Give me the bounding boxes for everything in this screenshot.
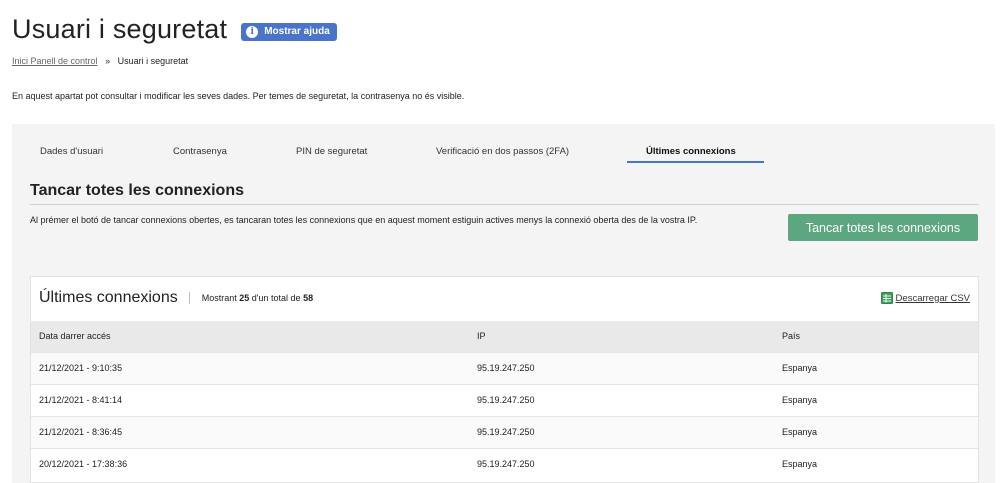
tab-security-pin[interactable]: PIN de seguretat (296, 146, 367, 157)
connections-card-header: Últimes connexions Mostrant 25 d'un tota… (39, 289, 313, 307)
count-shown: 25 (239, 293, 250, 303)
table-row: 20/12/2021 - 17:38:36 95.19.247.250 Espa… (31, 447, 978, 480)
column-header-last-access[interactable]: Data darrer accés (31, 321, 469, 352)
tab-user-data[interactable]: Dades d'usuari (40, 146, 103, 157)
tab-password[interactable]: Contrasenya (173, 146, 227, 157)
section-divider (30, 204, 979, 205)
cell-country: Espanya (774, 447, 978, 480)
breadcrumb: Inici Panell de control » Usuari i segur… (12, 56, 188, 66)
cell-last-access: 21/12/2021 - 8:36:45 (31, 415, 469, 448)
intro-text: En aquest apartat pot consultar i modifi… (12, 91, 465, 101)
count-middle: d'un total de (251, 293, 301, 303)
cell-last-access: 20/12/2021 - 17:38:36 (31, 447, 469, 480)
info-icon: i (246, 25, 259, 38)
table-row: 21/12/2021 - 8:36:45 95.19.247.250 Espan… (31, 415, 978, 448)
close-connections-description: Al prémer el botó de tancar connexions o… (30, 215, 698, 225)
column-header-country[interactable]: País (774, 321, 978, 352)
connections-table: Data darrer accés IP País 21/12/2021 - 9… (31, 321, 978, 480)
breadcrumb-separator: » (105, 56, 111, 66)
table-header-row: Data darrer accés IP País (31, 321, 978, 352)
breadcrumb-current: Usuari i seguretat (117, 56, 189, 66)
tab-two-factor[interactable]: Verificació en dos passos (2FA) (436, 146, 569, 157)
column-header-ip[interactable]: IP (469, 321, 774, 352)
connections-card: Últimes connexions Mostrant 25 d'un tota… (30, 276, 979, 483)
count-prefix: Mostrant (201, 293, 237, 303)
cell-last-access: 21/12/2021 - 8:41:14 (31, 383, 469, 416)
tab-last-connections[interactable]: Últimes connexions (646, 146, 736, 157)
cell-country: Espanya (774, 383, 978, 416)
cell-ip: 95.19.247.250 (469, 383, 774, 416)
count-total: 58 (303, 293, 314, 303)
connections-count: Mostrant 25 d'un total de 58 (202, 293, 313, 303)
download-csv-label: Descarregar CSV (895, 292, 970, 304)
settings-panel: Dades d'usuari Contrasenya PIN de segure… (12, 124, 995, 483)
table-row: 21/12/2021 - 8:41:14 95.19.247.250 Espan… (31, 383, 978, 416)
spreadsheet-icon (880, 292, 893, 304)
tab-bar: Dades d'usuari Contrasenya PIN de segure… (12, 124, 995, 164)
download-csv-link[interactable]: Descarregar CSV (880, 292, 970, 304)
cell-ip: 95.19.247.250 (469, 415, 774, 448)
cell-country: Espanya (774, 351, 978, 384)
show-help-label: Mostrar ajuda (264, 26, 330, 37)
show-help-button[interactable]: i Mostrar ajuda (241, 22, 337, 41)
connections-title: Últimes connexions (39, 289, 178, 306)
close-connections-title: Tancar totes les connexions (30, 182, 244, 199)
cell-ip: 95.19.247.250 (469, 351, 774, 384)
active-tab-indicator (627, 161, 764, 163)
page-header: Usuari i seguretat i Mostrar ajuda (12, 14, 337, 45)
table-row: 21/12/2021 - 9:10:35 95.19.247.250 Espan… (31, 351, 978, 384)
breadcrumb-home-link[interactable]: Inici Panell de control (12, 56, 98, 66)
cell-last-access: 21/12/2021 - 9:10:35 (31, 351, 469, 384)
close-all-connections-button[interactable]: Tancar totes les connexions (788, 214, 978, 241)
page-title: Usuari i seguretat (12, 14, 228, 44)
cell-country: Espanya (774, 415, 978, 448)
header-divider (188, 292, 190, 304)
cell-ip: 95.19.247.250 (469, 447, 774, 480)
